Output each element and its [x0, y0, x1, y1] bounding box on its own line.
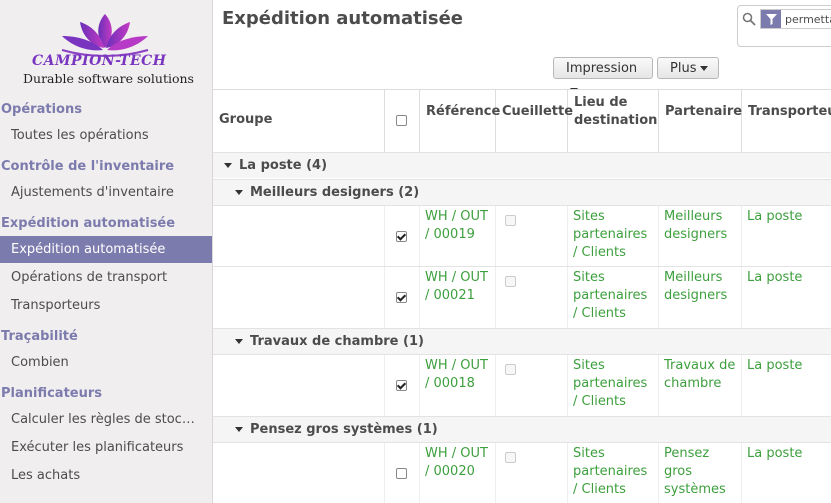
destination-cell[interactable]: Sites partenaires / Clients	[568, 267, 659, 328]
page-title: Expédition automatisée	[222, 8, 464, 29]
carrier-cell[interactable]: La poste	[742, 267, 831, 328]
column-header-destination[interactable]: Lieu de destination	[568, 90, 659, 152]
menu-section-traceability: Traçabilité	[1, 329, 78, 344]
partner-cell[interactable]: Travaux de chambre	[659, 355, 742, 416]
column-header-picking[interactable]: Cueillette	[496, 90, 573, 152]
partner-cell[interactable]: Meilleurs designers	[659, 206, 742, 267]
filter-facet-label: permettant	[785, 12, 831, 26]
table-header: Groupe Référence Cueillette Lieu de dest…	[213, 89, 831, 154]
picking-cell	[496, 443, 568, 503]
reference-cell[interactable]: WH / OUT / 00020	[420, 443, 496, 503]
row-checkbox[interactable]	[396, 292, 407, 303]
menu-item-inventory-adjustments[interactable]: Ajustements d'inventaire	[0, 179, 212, 206]
group-row-meilleurs-designers[interactable]: Meilleurs designers (2)	[213, 179, 831, 205]
group-cell	[213, 267, 385, 328]
table-row[interactable]: WH / OUT / 00021 Sites partenaires / Cli…	[213, 266, 831, 328]
group-cell	[213, 443, 385, 503]
select-cell	[385, 267, 420, 328]
logo-brand-text: CAMPION-TECH	[32, 53, 167, 69]
search-icon[interactable]	[742, 12, 756, 26]
picking-checkbox	[505, 364, 516, 375]
chevron-down-icon	[700, 66, 709, 71]
picking-cell	[496, 355, 568, 416]
partner-cell[interactable]: Meilleurs designers	[659, 267, 742, 328]
menu-item-all-operations[interactable]: Toutes les opérations	[0, 122, 212, 149]
menu-item-run-schedulers[interactable]: Exécuter les planificateurs	[0, 434, 212, 461]
sidebar: CAMPION-TECH Durable software solutions …	[0, 0, 213, 503]
menu-section-inventory-control: Contrôle de l'inventaire	[1, 159, 175, 174]
destination-cell[interactable]: Sites partenaires / Clients	[568, 443, 659, 503]
more-button[interactable]: Plus	[657, 57, 719, 79]
column-header-select	[385, 90, 420, 152]
reference-cell[interactable]: WH / OUT / 00018	[420, 355, 496, 416]
destination-cell[interactable]: Sites partenaires / Clients	[568, 206, 659, 267]
more-button-label: Plus	[670, 61, 697, 76]
print-button[interactable]: Impression	[553, 57, 653, 93]
carrier-cell[interactable]: La poste	[742, 443, 831, 503]
group-cell	[213, 355, 385, 416]
group-label: La poste (4)	[239, 158, 328, 173]
row-checkbox[interactable]	[396, 231, 407, 242]
print-button-label: Impression	[566, 61, 638, 76]
partner-cell[interactable]: Pensez gros systèmes	[659, 443, 742, 503]
row-checkbox[interactable]	[396, 380, 407, 391]
caret-down-icon	[235, 190, 243, 195]
picking-cell	[496, 267, 568, 328]
group-row-pensez-gros-systemes[interactable]: Pensez gros systèmes (1)	[213, 416, 831, 442]
column-header-partner[interactable]: Partenaire	[659, 90, 742, 152]
menu-item-carriers[interactable]: Transporteurs	[0, 292, 212, 319]
menu-item-purchases[interactable]: Les achats	[0, 462, 212, 489]
picking-checkbox	[505, 276, 516, 287]
select-all-checkbox[interactable]	[396, 115, 407, 126]
table-row[interactable]: WH / OUT / 00018 Sites partenaires / Cli…	[213, 354, 831, 416]
filter-icon	[761, 10, 781, 28]
menu-item-how-many[interactable]: Combien	[0, 349, 212, 376]
company-logo[interactable]: CAMPION-TECH Durable software solutions	[0, 0, 212, 95]
picking-checkbox	[505, 452, 516, 463]
filter-facet[interactable]: permettant	[760, 9, 831, 29]
select-cell	[385, 355, 420, 416]
menu-section-operations: Opérations	[1, 102, 82, 117]
column-header-carrier[interactable]: Transporteur	[742, 90, 831, 152]
group-row-la-poste[interactable]: La poste (4)	[213, 152, 831, 178]
row-checkbox[interactable]	[396, 468, 407, 479]
select-cell	[385, 206, 420, 267]
column-header-group[interactable]: Groupe	[213, 90, 385, 152]
menu-item-automated-shipping[interactable]: Expédition automatisée	[0, 236, 212, 263]
carrier-cell[interactable]: La poste	[742, 355, 831, 416]
destination-cell[interactable]: Sites partenaires / Clients	[568, 355, 659, 416]
group-cell	[213, 206, 385, 267]
menu-section-automated-shipping: Expédition automatisée	[1, 216, 176, 231]
menu-item-compute-stock-rules[interactable]: Calculer les règles de stoc…	[0, 406, 212, 433]
reference-cell[interactable]: WH / OUT / 00021	[420, 267, 496, 328]
menu-section-schedulers: Planificateurs	[1, 386, 103, 401]
group-label: Meilleurs designers (2)	[250, 185, 420, 200]
reference-cell[interactable]: WH / OUT / 00019	[420, 206, 496, 267]
menu-item-transport-operations[interactable]: Opérations de transport	[0, 264, 212, 291]
caret-down-icon	[235, 427, 243, 432]
column-header-reference[interactable]: Référence	[420, 90, 500, 152]
picking-cell	[496, 206, 568, 267]
caret-down-icon	[235, 339, 243, 344]
group-row-travaux-de-chambre[interactable]: Travaux de chambre (1)	[213, 328, 831, 354]
group-label: Travaux de chambre (1)	[250, 334, 424, 349]
table-row[interactable]: WH / OUT / 00020 Sites partenaires / Cli…	[213, 442, 831, 503]
table-row[interactable]: WH / OUT / 00019 Sites partenaires / Cli…	[213, 205, 831, 267]
carrier-cell[interactable]: La poste	[742, 206, 831, 267]
logo-tagline: Durable software solutions	[23, 71, 194, 86]
group-label: Pensez gros systèmes (1)	[250, 422, 438, 437]
search-box[interactable]: permettant	[737, 5, 831, 47]
select-cell	[385, 443, 420, 503]
caret-down-icon	[224, 163, 232, 168]
picking-checkbox	[505, 215, 516, 226]
main-content: Expédition automatisée permettant Impres…	[213, 0, 831, 503]
